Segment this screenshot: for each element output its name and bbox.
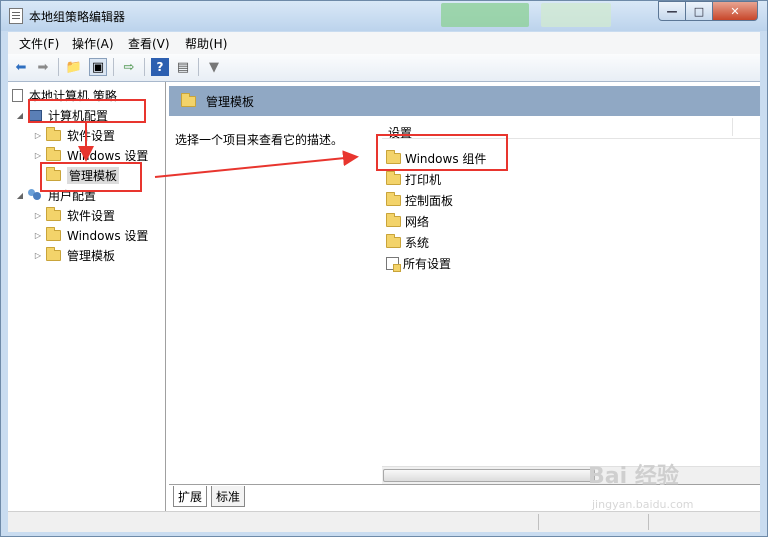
details-header-title: 管理模板 — [206, 94, 255, 109]
column-separator[interactable] — [732, 118, 733, 136]
status-divider — [648, 514, 649, 530]
list-item-label: 控制面板 — [405, 193, 454, 208]
folder-icon — [386, 191, 401, 206]
app-icon — [9, 8, 23, 24]
toolbar-separator — [113, 58, 114, 76]
folder-icon — [46, 126, 61, 141]
list-item-label: 所有设置 — [403, 256, 452, 271]
show-tree-icon[interactable]: ▣ — [89, 58, 107, 76]
horizontal-scrollbar[interactable] — [382, 466, 760, 484]
export-icon[interactable]: ⇨ — [120, 58, 138, 76]
menu-help[interactable]: 帮助(H) — [185, 35, 227, 52]
toolbar-separator — [144, 58, 145, 76]
background-decoration — [441, 3, 529, 27]
folder-icon — [386, 233, 401, 248]
list-item-label: 打印机 — [405, 172, 442, 187]
status-divider — [538, 514, 539, 530]
forward-arrow-icon[interactable]: ➡ — [34, 58, 52, 76]
properties-icon[interactable]: ▤ — [174, 58, 192, 76]
expand-icon[interactable]: ▷ — [34, 131, 42, 140]
details-header: 管理模板 — [169, 86, 760, 116]
status-bar — [8, 511, 760, 532]
tab-extended[interactable]: 扩展 — [173, 486, 208, 507]
folder-icon — [386, 170, 401, 185]
folder-up-icon[interactable]: 📁 — [65, 58, 83, 76]
tree-item-user-software-settings[interactable]: ▷ 软件设置 — [34, 205, 115, 225]
filter-icon[interactable]: ▼ — [205, 58, 223, 76]
back-arrow-icon[interactable]: ⬅ — [12, 58, 30, 76]
folder-icon — [46, 146, 61, 161]
list-item-label: 系统 — [405, 235, 430, 250]
expand-icon[interactable]: ▷ — [34, 251, 42, 260]
tab-standard[interactable]: 标准 — [211, 486, 246, 507]
folder-icon — [46, 246, 61, 261]
folder-icon — [46, 226, 61, 241]
background-decoration — [541, 3, 611, 27]
tree-item-label: Windows 设置 — [67, 148, 149, 163]
folder-icon — [181, 92, 196, 107]
folder-icon — [386, 212, 401, 227]
maximize-button[interactable]: □ — [685, 1, 713, 21]
folder-icon — [46, 206, 61, 221]
watermark-logo: Bai 经验 — [588, 464, 679, 489]
watermark-url: jingyan.baidu.com — [592, 498, 694, 511]
annotation-box-windows-components — [376, 134, 508, 171]
collapse-icon[interactable]: ◢ — [16, 111, 24, 120]
expand-icon[interactable]: ▷ — [34, 231, 42, 240]
tree-item-label: 软件设置 — [67, 128, 116, 143]
help-icon[interactable]: ? — [151, 58, 169, 76]
toolbar-separator — [198, 58, 199, 76]
list-item-all-settings[interactable]: 所有设置 — [386, 253, 451, 273]
description-area: 选择一个项目来查看它的描述。 — [169, 116, 382, 476]
menu-view[interactable]: 查看(V) — [128, 35, 170, 52]
menu-action[interactable]: 操作(A) — [72, 35, 114, 52]
tree-item-label: 管理模板 — [67, 248, 116, 263]
title-bar: 本地组策略编辑器 — □ ✕ — [1, 1, 767, 31]
navigation-tree: 本地计算机 策略 ◢ 计算机配置 ▷ 软件设置 ▷ Windows 设置 管理模… — [8, 82, 166, 511]
annotation-box-admin-templates — [40, 162, 142, 192]
menu-file[interactable]: 文件(F) — [19, 35, 59, 52]
tree-item-user-admin-templates[interactable]: ▷ 管理模板 — [34, 245, 115, 265]
scrollbar-thumb[interactable] — [383, 469, 595, 482]
list-item-system[interactable]: 系统 — [386, 232, 429, 252]
policy-icon — [12, 88, 23, 102]
minimize-button[interactable]: — — [658, 1, 686, 21]
close-button[interactable]: ✕ — [712, 1, 758, 21]
description-text: 选择一个项目来查看它的描述。 — [175, 133, 344, 147]
list-item-control-panel[interactable]: 控制面板 — [386, 190, 453, 210]
toolbar: ⬅ ➡ 📁 ▣ ⇨ ? ▤ ▼ — [8, 54, 760, 82]
window-title: 本地组策略编辑器 — [29, 10, 126, 24]
annotation-box-computer-config — [28, 99, 146, 123]
tree-item-software-settings[interactable]: ▷ 软件设置 — [34, 125, 115, 145]
expand-icon[interactable]: ▷ — [34, 151, 42, 160]
expand-icon[interactable]: ▷ — [34, 211, 42, 220]
tree-item-label: 软件设置 — [67, 208, 116, 223]
collapse-icon[interactable]: ◢ — [16, 191, 24, 200]
tree-item-user-windows-settings[interactable]: ▷ Windows 设置 — [34, 225, 148, 245]
main-window: 本地组策略编辑器 — □ ✕ 文件(F) 操作(A) 查看(V) 帮助(H) ⬅… — [0, 0, 768, 537]
list-item-printers[interactable]: 打印机 — [386, 169, 441, 189]
tree-item-label: Windows 设置 — [67, 228, 149, 243]
menu-bar: 文件(F) 操作(A) 查看(V) 帮助(H) — [8, 32, 760, 55]
list-item-label: 网络 — [405, 214, 430, 229]
toolbar-separator — [58, 58, 59, 76]
all-settings-icon — [386, 256, 401, 272]
list-item-network[interactable]: 网络 — [386, 211, 429, 231]
